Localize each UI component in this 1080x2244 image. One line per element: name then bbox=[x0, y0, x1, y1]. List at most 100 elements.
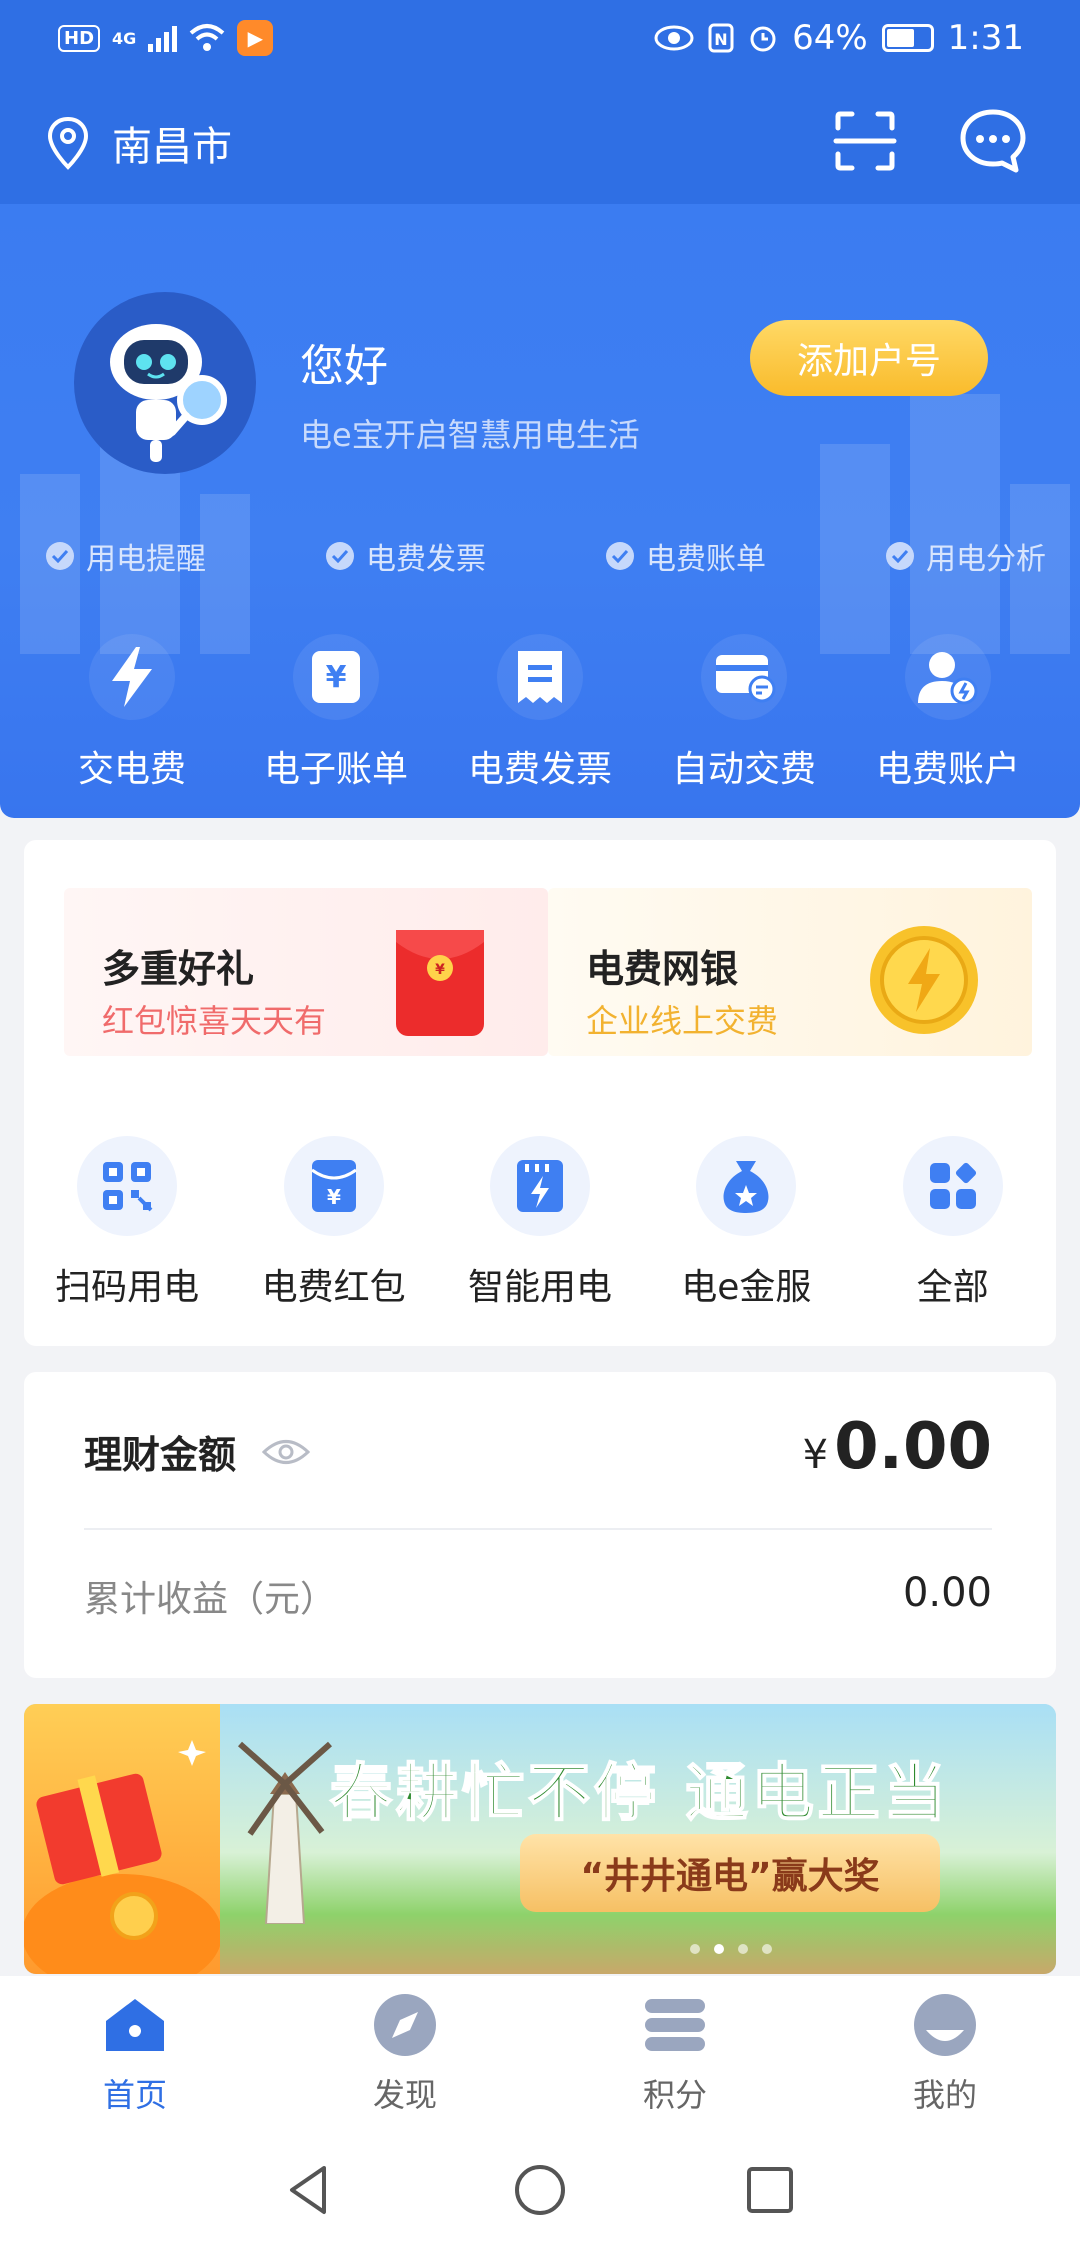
feature-item: 电费账单 bbox=[606, 534, 766, 578]
red-packet-icon: ¥ bbox=[283, 1136, 384, 1236]
feature-item: 用电提醒 bbox=[46, 534, 206, 578]
user-account-icon bbox=[905, 634, 991, 720]
invoice-icon bbox=[497, 634, 583, 720]
slogan-text: 电e宝开启智慧用电生活 bbox=[300, 416, 640, 454]
message-icon[interactable] bbox=[958, 106, 1028, 176]
quick-action-auto-pay[interactable]: 自动交费 bbox=[642, 634, 846, 792]
service-all[interactable]: 全部 bbox=[853, 1136, 1053, 1310]
carousel-dot[interactable] bbox=[762, 1944, 772, 1954]
svg-text:¥: ¥ bbox=[326, 660, 347, 695]
bottom-tab-bar: 首页 发现 积分 我的 bbox=[0, 1976, 1080, 2124]
quick-action-label: 自动交费 bbox=[671, 749, 816, 790]
grid-icon bbox=[902, 1136, 1003, 1236]
bill-icon: ¥ bbox=[293, 634, 379, 720]
battery-percent: 64% bbox=[792, 18, 868, 58]
finance-title-row: 理财金额 bbox=[84, 1424, 311, 1479]
location-icon bbox=[47, 116, 89, 170]
service-label: 扫码用电 bbox=[55, 1267, 200, 1308]
robot-mascot-avatar[interactable] bbox=[74, 292, 256, 474]
back-icon[interactable] bbox=[280, 2160, 340, 2220]
compass-icon bbox=[370, 1990, 440, 2060]
cumulative-value: 0.00 bbox=[902, 1570, 992, 1616]
quick-action-pay-bill[interactable]: 交电费 bbox=[30, 634, 234, 792]
location-selector[interactable]: 南昌市 bbox=[46, 114, 232, 172]
svg-text:N: N bbox=[714, 30, 727, 49]
tab-label: 发现 bbox=[372, 2076, 437, 2114]
home-nav-icon[interactable] bbox=[510, 2160, 570, 2220]
system-nav-bar bbox=[0, 2124, 1080, 2244]
check-icon bbox=[46, 542, 74, 570]
tab-discover[interactable]: 发现 bbox=[270, 1976, 540, 2124]
greeting-text: 您好 bbox=[300, 341, 388, 392]
signal-icon bbox=[148, 24, 178, 52]
red-envelope-icon: ¥ bbox=[396, 930, 484, 1036]
services-card: 多重好礼 红包惊喜天天有 ¥ 电费网银 企业线上交费 扫码用电 ¥ 电费红包 智… bbox=[24, 840, 1056, 1346]
promo-banner-carousel[interactable]: 春耕忙不停 通电正当 “井井通电”赢大奖 bbox=[24, 1704, 1056, 1974]
quick-action-e-bill[interactable]: ¥ 电子账单 bbox=[234, 634, 438, 792]
service-red-packet[interactable]: ¥ 电费红包 bbox=[234, 1136, 434, 1310]
spring-campaign-banner[interactable]: 春耕忙不停 通电正当 “井井通电”赢大奖 bbox=[220, 1704, 1056, 1974]
profile-icon bbox=[910, 1990, 980, 2060]
carousel-dot[interactable] bbox=[738, 1944, 748, 1954]
qr-code-icon bbox=[77, 1136, 178, 1236]
nfc-icon: N bbox=[708, 23, 734, 53]
robot-icon bbox=[110, 324, 227, 462]
check-icon bbox=[326, 542, 354, 570]
points-icon bbox=[640, 1990, 710, 2060]
banner-title: 春耕忙不停 通电正当 bbox=[329, 1755, 950, 1830]
promo-gifts[interactable]: 多重好礼 红包惊喜天天有 ¥ bbox=[64, 888, 548, 1056]
feature-item: 用电分析 bbox=[886, 534, 1046, 578]
quick-action-label: 交电费 bbox=[77, 749, 186, 790]
network-label: 4G bbox=[112, 28, 137, 48]
eye-toggle-icon[interactable] bbox=[262, 1437, 311, 1467]
tab-points[interactable]: 积分 bbox=[540, 1976, 810, 2124]
gift-box-icon bbox=[24, 1740, 222, 1974]
gift-box-banner-tile[interactable] bbox=[24, 1704, 222, 1974]
windmill-icon bbox=[238, 1741, 332, 1924]
service-smart-power[interactable]: 智能用电 bbox=[440, 1136, 640, 1310]
feature-label: 用电提醒 bbox=[86, 542, 206, 577]
tab-home[interactable]: 首页 bbox=[0, 1976, 270, 2124]
divider bbox=[84, 1528, 992, 1530]
finance-card[interactable]: 理财金额 ¥ 0.00 累计收益（元） 0.00 bbox=[24, 1372, 1056, 1678]
card-icon bbox=[701, 634, 787, 720]
status-right: N 64% 1:31 bbox=[654, 18, 1024, 58]
home-icon bbox=[100, 1990, 170, 2060]
tab-profile[interactable]: 我的 bbox=[810, 1976, 1080, 2124]
tab-label: 首页 bbox=[102, 2076, 167, 2114]
quick-action-label: 电子账单 bbox=[263, 749, 408, 790]
currency-symbol: ¥ bbox=[802, 1432, 829, 1478]
quick-action-label: 电费账户 bbox=[875, 749, 1020, 790]
service-finance[interactable]: 电e金服 bbox=[646, 1136, 846, 1310]
service-scan-power[interactable]: 扫码用电 bbox=[27, 1136, 227, 1310]
promo-title: 多重好礼 bbox=[102, 947, 255, 991]
battery-icon bbox=[881, 24, 934, 52]
service-grid: 扫码用电 ¥ 电费红包 智能用电 电e金服 全部 bbox=[24, 1136, 1056, 1310]
status-left: HD 4G ▶ bbox=[58, 20, 274, 56]
service-label: 电e金服 bbox=[681, 1267, 812, 1308]
promo-online-banking[interactable]: 电费网银 企业线上交费 bbox=[548, 888, 1032, 1056]
feature-list: 用电提醒 电费发票 电费账单 用电分析 bbox=[46, 534, 1046, 578]
recents-icon[interactable] bbox=[740, 2160, 800, 2220]
feature-item: 电费发票 bbox=[326, 534, 486, 578]
check-icon bbox=[886, 542, 914, 570]
quick-action-account[interactable]: 电费账户 bbox=[846, 634, 1050, 792]
gold-coin-icon bbox=[870, 926, 978, 1034]
app-header: 南昌市 bbox=[0, 84, 1080, 204]
carousel-dot[interactable] bbox=[714, 1944, 724, 1954]
finance-title: 理财金额 bbox=[84, 1433, 237, 1477]
service-label: 智能用电 bbox=[467, 1267, 612, 1308]
quick-action-label: 电费发票 bbox=[467, 749, 612, 790]
add-account-button[interactable]: 添加户号 bbox=[750, 320, 988, 396]
carousel-dot[interactable] bbox=[690, 1944, 700, 1954]
amount-value: 0.00 bbox=[834, 1410, 992, 1484]
hd-badge: HD bbox=[58, 24, 101, 52]
scan-icon[interactable] bbox=[830, 106, 900, 176]
lightning-icon bbox=[89, 634, 175, 720]
eye-icon bbox=[654, 25, 694, 51]
svg-text:¥: ¥ bbox=[435, 962, 445, 978]
smart-power-icon bbox=[489, 1136, 590, 1236]
clock: 1:31 bbox=[947, 18, 1024, 58]
quick-action-invoice[interactable]: 电费发票 bbox=[438, 634, 642, 792]
check-icon bbox=[606, 542, 634, 570]
